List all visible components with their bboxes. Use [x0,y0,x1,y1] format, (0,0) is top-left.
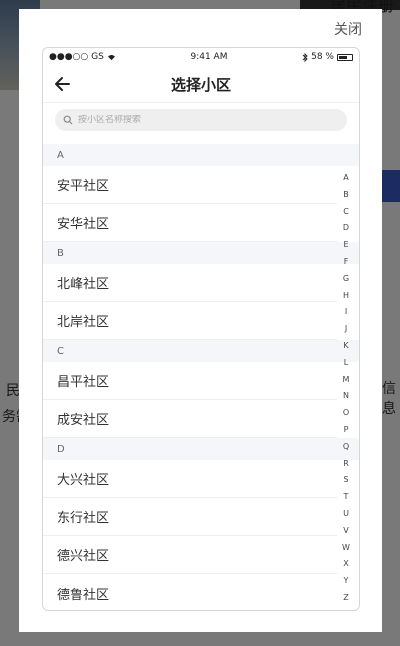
status-bar: ●●●○○ GS 9:41 AM 58 % [43,48,359,66]
alphabet-letter[interactable]: X [343,556,348,573]
alphabet-letter[interactable]: Z [343,590,348,607]
alphabet-letter[interactable]: E [343,237,348,254]
status-time: 9:41 AM [190,52,228,62]
battery-icon [336,53,353,61]
back-arrow-icon[interactable] [53,74,73,94]
alphabet-letter[interactable]: N [343,388,349,405]
section-header: A [43,144,359,166]
page-title: 选择小区 [170,75,231,94]
section-header: D [43,438,359,460]
alphabet-letter[interactable]: G [343,271,349,288]
battery-percent: 58 % [311,52,334,62]
carrier-text: ●●●○○ GS [49,52,104,62]
section-header: C [43,340,359,362]
community-item[interactable]: 安华社区 [43,204,337,242]
community-list: A 安平社区 安华社区 B 北峰社区 北岸社区 C 昌平社区 成安社区 D 大兴社区 东行社区 德兴社区… [43,144,359,610]
community-item[interactable]: 成安社区 [43,400,337,438]
alphabet-letter[interactable]: M [343,372,350,389]
alphabet-letter[interactable]: K [343,338,348,355]
bluetooth-icon [302,52,308,62]
alphabet-letter[interactable]: Q [343,439,349,456]
alphabet-letter[interactable]: R [343,456,349,473]
alphabet-letter[interactable]: C [343,204,349,221]
search-icon [63,115,73,125]
community-item[interactable]: 德兴社区 [43,536,337,574]
community-item[interactable]: 北岸社区 [43,302,337,340]
nav-bar: 选择小区 [43,66,359,102]
community-item[interactable]: 北峰社区 [43,264,337,302]
community-item[interactable]: 东行社区 [43,498,337,536]
alphabet-letter[interactable]: J [345,321,347,338]
alphabet-letter[interactable]: U [343,506,349,523]
alphabet-letter[interactable]: P [344,422,349,439]
community-picker-modal: 关闭 ●●●○○ GS 9:41 AM 58 % 选择小区 按小区名称搜索 A … [19,9,382,632]
section-header: B [43,242,359,264]
alphabet-letter[interactable]: I [345,304,347,321]
wifi-icon [107,54,115,60]
close-button[interactable]: 关闭 [334,19,362,39]
alphabet-letter[interactable]: A [343,170,348,187]
search-box[interactable] [55,109,347,131]
community-item[interactable]: 安平社区 [43,166,337,204]
alphabet-letter[interactable]: O [343,405,349,422]
alphabet-letter[interactable]: Y [344,573,349,590]
community-item[interactable]: 昌平社区 [43,362,337,400]
alphabet-letter[interactable]: F [344,254,349,271]
search-input[interactable] [78,115,318,125]
alphabet-letter[interactable]: L [344,355,348,372]
alphabet-letter[interactable]: B [343,187,349,204]
alphabet-letter[interactable]: S [343,472,348,489]
alphabet-letter[interactable]: V [343,523,348,540]
alphabet-index[interactable]: ABCDEFGHIJKLMNOPQRSTUVWXYZ [339,170,353,607]
alphabet-letter[interactable]: W [342,540,350,557]
phone-frame: ●●●○○ GS 9:41 AM 58 % 选择小区 按小区名称搜索 A 安平社… [42,47,360,611]
alphabet-letter[interactable]: T [344,489,349,506]
alphabet-letter[interactable]: D [343,220,349,237]
search-bar [43,102,359,137]
community-item[interactable]: 德鲁社区 [43,574,337,610]
alphabet-letter[interactable]: H [343,288,349,305]
community-item[interactable]: 大兴社区 [43,460,337,498]
